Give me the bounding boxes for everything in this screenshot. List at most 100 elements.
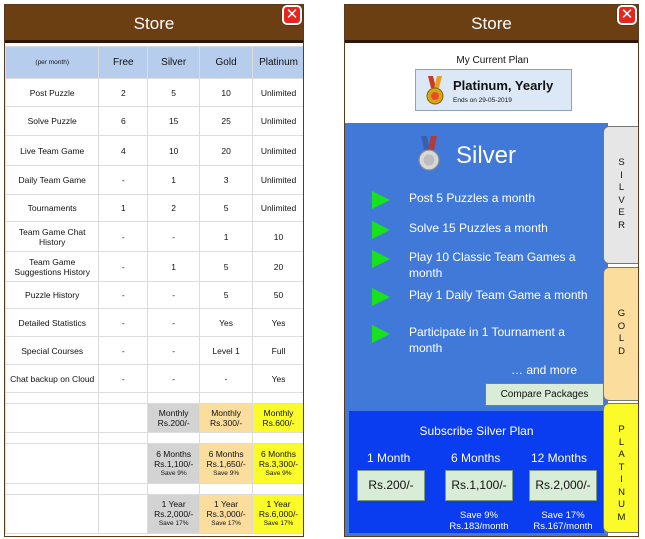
table-cell: 10 bbox=[147, 135, 201, 166]
table-cell: 1 bbox=[147, 165, 201, 195]
silver-monthly-price[interactable]: Monthly Rs.200/- bbox=[147, 403, 201, 433]
gold-1year-price[interactable]: 1 Year Rs.3,000/- Save 17% bbox=[199, 494, 254, 534]
table-row: Puzzle History - - 5 50 bbox=[5, 281, 303, 309]
column-header: Platinum bbox=[252, 46, 303, 79]
table-cell: 4 bbox=[98, 135, 149, 166]
pricing-row: Monthly Rs.200/- Monthly Rs.300/- Monthl… bbox=[5, 403, 303, 433]
feature-name: Live Team Game bbox=[5, 135, 100, 166]
table-cell: - bbox=[147, 221, 201, 252]
subscribe-6-months-button[interactable]: Rs.1,100/- bbox=[445, 470, 513, 501]
table-cell: 3 bbox=[199, 165, 254, 195]
green-arrow-icon bbox=[372, 191, 390, 209]
table-cell: 5 bbox=[199, 281, 254, 309]
table-cell: - bbox=[98, 165, 149, 195]
platinum-monthly-price[interactable]: Monthly Rs.600/- bbox=[252, 403, 303, 433]
current-plan-name: Platinum, Yearly bbox=[453, 78, 554, 93]
table-cell: 20 bbox=[252, 251, 303, 282]
table-cell: - bbox=[98, 364, 149, 393]
silver-6month-price[interactable]: 6 Months Rs.1,100/- Save 9% bbox=[147, 443, 201, 484]
gold-monthly-price[interactable]: Monthly Rs.300/- bbox=[199, 403, 254, 433]
feature-name: Chat backup on Cloud bbox=[5, 364, 100, 393]
gold-6month-price[interactable]: 6 Months Rs.1,650/- Save 9% bbox=[199, 443, 254, 484]
table-cell: - bbox=[98, 221, 149, 252]
table-cell: Level 1 bbox=[199, 336, 254, 365]
feature-name: Puzzle History bbox=[5, 281, 100, 309]
table-spacer bbox=[5, 392, 303, 404]
current-plan-badge: Platinum, Yearly Ends on 29-05-2019 bbox=[415, 69, 572, 111]
platinum-6month-price[interactable]: 6 Months Rs.3,300/- Save 9% bbox=[252, 443, 303, 484]
current-plan-expiry: Ends on 29-05-2019 bbox=[453, 97, 512, 104]
window-title: Store bbox=[5, 5, 303, 43]
tier-name: Silver bbox=[456, 142, 517, 169]
table-cell: - bbox=[199, 364, 254, 393]
feature-name: Post Puzzle bbox=[5, 78, 100, 107]
table-cell: Full bbox=[252, 336, 303, 365]
silver-medal-icon bbox=[418, 136, 440, 171]
feature-name: Detailed Statistics bbox=[5, 308, 100, 337]
medal-icon bbox=[426, 76, 444, 105]
green-arrow-icon bbox=[372, 325, 390, 343]
table-row: Chat backup on Cloud - - - Yes bbox=[5, 364, 303, 393]
table-cell: Unlimited bbox=[252, 78, 303, 107]
table-cell: 15 bbox=[147, 106, 201, 136]
table-cell: - bbox=[98, 251, 149, 282]
table-cell: 1 bbox=[199, 221, 254, 252]
feature-name: Tournaments bbox=[5, 194, 100, 222]
table-row: Post Puzzle 2 5 10 Unlimited bbox=[5, 78, 303, 107]
subscribe-title: Subscribe Silver Plan bbox=[419, 424, 534, 438]
subscribe-12-months-button[interactable]: Rs.2,000/- bbox=[529, 470, 597, 501]
table-cell: 2 bbox=[147, 194, 201, 222]
tab-gold[interactable]: GOLD bbox=[603, 267, 638, 401]
feature-name: Solve Puzzle bbox=[5, 106, 100, 136]
table-cell: Unlimited bbox=[252, 194, 303, 222]
close-button[interactable]: ✕ bbox=[617, 5, 637, 25]
platinum-1year-price[interactable]: 1 Year Rs.6,000/- Save 17% bbox=[252, 494, 303, 534]
table-cell: 5 bbox=[199, 194, 254, 222]
option-duration: 12 Months bbox=[531, 451, 588, 465]
table-row: Daily Team Game - 1 3 Unlimited bbox=[5, 165, 303, 195]
table-cell: 5 bbox=[147, 78, 201, 107]
feature-name: Team Game Suggestions History bbox=[5, 251, 100, 282]
table-cell: 1 bbox=[98, 194, 149, 222]
column-header: (per month) bbox=[5, 46, 100, 79]
table-cell: - bbox=[98, 308, 149, 337]
store-compare-window: Store ✕ (per month) Free Silver Gold Pla… bbox=[4, 4, 304, 537]
feature-name: Team Game Chat History bbox=[5, 221, 100, 252]
table-cell: - bbox=[147, 336, 201, 365]
option-duration: 1 Month bbox=[367, 451, 411, 465]
table-cell: 10 bbox=[199, 78, 254, 107]
table-row: Team Game Chat History - - 1 10 bbox=[5, 221, 303, 252]
table-row: Solve Puzzle 6 15 25 Unlimited bbox=[5, 106, 303, 136]
tab-platinum[interactable]: PLATINUM bbox=[603, 403, 638, 533]
table-cell: Yes bbox=[252, 308, 303, 337]
option-savings-note: Save 9% Rs.183/month bbox=[449, 510, 509, 532]
table-cell: Unlimited bbox=[252, 165, 303, 195]
window-title: Store bbox=[345, 5, 638, 43]
subscribe-1-month-button[interactable]: Rs.200/- bbox=[357, 470, 425, 501]
table-cell: 25 bbox=[199, 106, 254, 136]
table-cell: Unlimited bbox=[252, 135, 303, 166]
table-cell: - bbox=[147, 281, 201, 309]
table-cell: - bbox=[98, 336, 149, 365]
tab-silver[interactable]: SILVER bbox=[603, 126, 638, 264]
table-row: Team Game Suggestions History - 1 5 20 bbox=[5, 251, 303, 282]
green-arrow-icon bbox=[372, 250, 390, 268]
compare-packages-button[interactable]: Compare Packages bbox=[485, 383, 604, 406]
column-header: Silver bbox=[147, 46, 201, 79]
column-header: Free bbox=[98, 46, 149, 79]
pricing-row: 1 Year Rs.2,000/- Save 17% 1 Year Rs.3,0… bbox=[5, 494, 303, 534]
column-header: Gold bbox=[199, 46, 254, 79]
silver-1year-price[interactable]: 1 Year Rs.2,000/- Save 17% bbox=[147, 494, 201, 534]
feature-name: Special Courses bbox=[5, 336, 100, 365]
table-cell: 6 bbox=[98, 106, 149, 136]
table-cell: Unlimited bbox=[252, 106, 303, 136]
table-header-row: (per month) Free Silver Gold Platinum bbox=[5, 46, 303, 79]
comparison-table: (per month) Free Silver Gold Platinum Po… bbox=[5, 46, 303, 534]
table-cell: - bbox=[147, 308, 201, 337]
table-cell: 1 bbox=[147, 251, 201, 282]
pricing-row: 6 Months Rs.1,100/- Save 9% 6 Months Rs.… bbox=[5, 443, 303, 484]
table-cell: - bbox=[147, 364, 201, 393]
close-button[interactable]: ✕ bbox=[282, 5, 302, 25]
feature-name: Daily Team Game bbox=[5, 165, 100, 195]
green-arrow-icon bbox=[372, 221, 390, 239]
